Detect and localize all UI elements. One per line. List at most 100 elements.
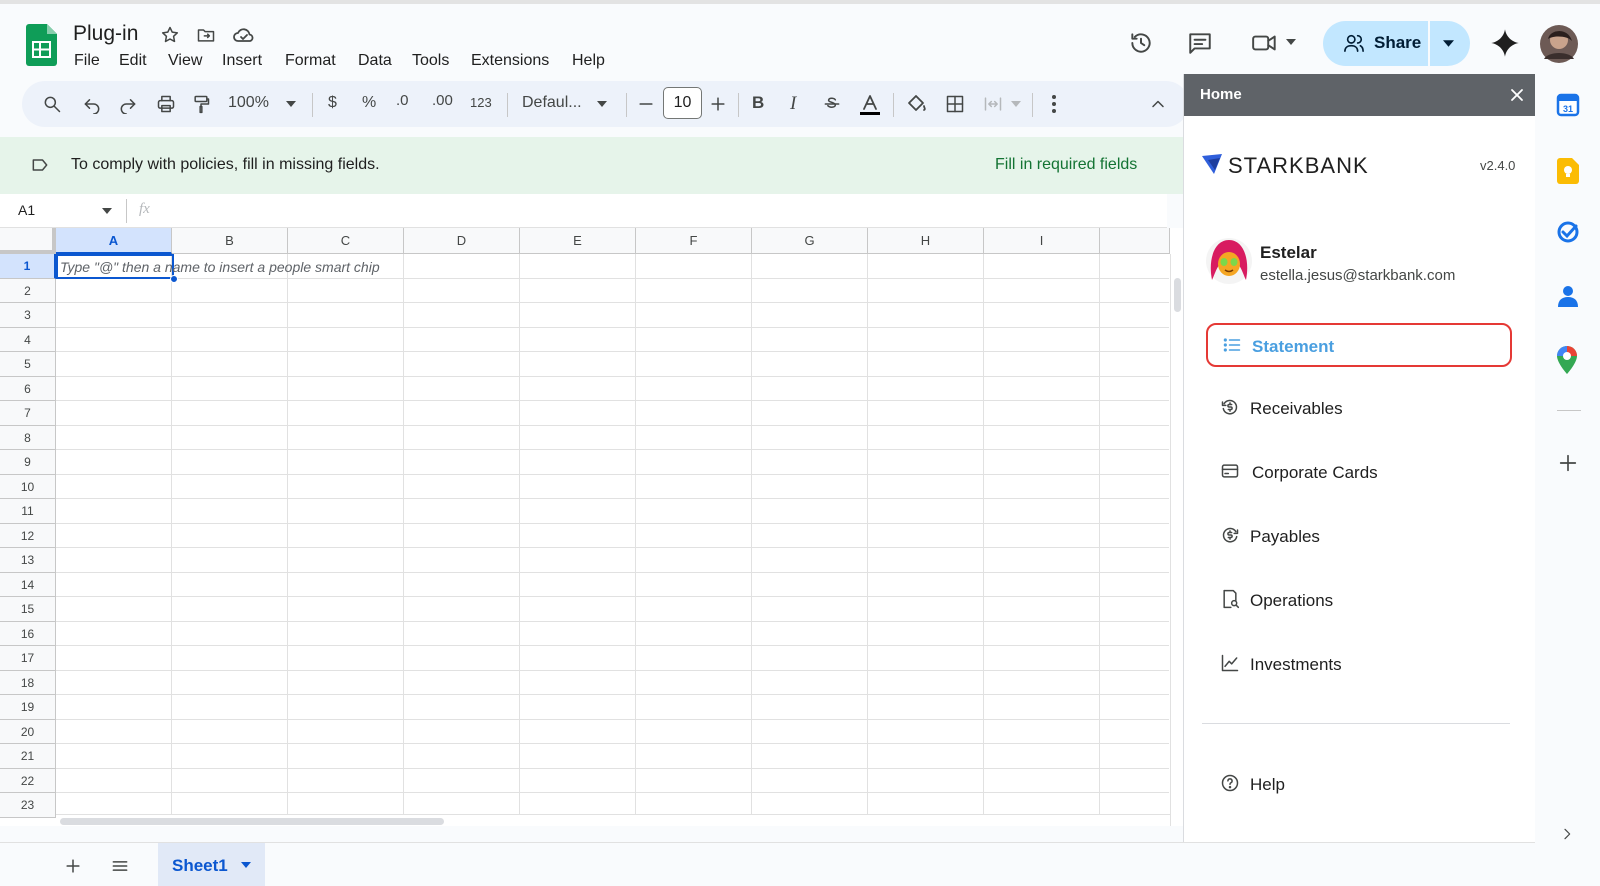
decrease-decimal-button[interactable]: .0 (396, 92, 409, 109)
menu-edit[interactable]: Edit (119, 52, 147, 70)
version-history-icon[interactable] (1128, 30, 1154, 56)
increase-decimal-button[interactable]: .00 (432, 92, 453, 109)
decrease-font-size-icon[interactable] (636, 94, 656, 114)
formula-input[interactable] (170, 194, 1165, 228)
add-addon-icon[interactable] (1557, 452, 1579, 474)
redo-icon[interactable] (118, 94, 138, 114)
add-sheet-icon[interactable] (63, 856, 83, 876)
contacts-icon[interactable] (1557, 284, 1579, 308)
menu-insert[interactable]: Insert (222, 52, 262, 70)
gemini-sparkle-icon[interactable] (1490, 28, 1520, 58)
row-header[interactable]: 23 (0, 793, 56, 818)
row-header[interactable]: 3 (0, 303, 56, 328)
row-header[interactable]: 6 (0, 376, 56, 401)
meet-dropdown-icon[interactable] (1286, 39, 1296, 45)
nav-item-corporate-cards[interactable]: Corporate Cards (1206, 451, 1512, 495)
percent-format-button[interactable]: % (362, 94, 376, 112)
comments-icon[interactable] (1187, 30, 1213, 56)
column-header[interactable]: F (636, 228, 752, 254)
spreadsheet-grid[interactable]: ABCDEFGHI 1 2 3 4 5 6 7 8 9 10 11 12 13 14 15 16 17 18 19 2… (0, 228, 1183, 826)
row-header[interactable]: 17 (0, 646, 56, 671)
column-header[interactable]: A (56, 228, 172, 254)
vertical-scroll-thumb[interactable] (1174, 278, 1181, 312)
currency-format-button[interactable]: $ (328, 94, 337, 112)
zoom-dropdown-icon[interactable] (286, 101, 296, 107)
search-icon[interactable] (42, 94, 62, 114)
all-sheets-icon[interactable] (110, 856, 130, 876)
column-header[interactable]: E (520, 228, 636, 254)
zoom-select[interactable]: 100% (228, 94, 269, 112)
font-size-input[interactable]: 10 (663, 87, 702, 119)
close-icon[interactable] (1507, 85, 1527, 105)
nav-item-payables[interactable]: Payables (1206, 515, 1512, 559)
menu-data[interactable]: Data (358, 52, 392, 70)
font-family-select[interactable]: Defaul... (522, 94, 582, 112)
row-header[interactable]: 9 (0, 450, 56, 475)
row-header[interactable]: 16 (0, 621, 56, 646)
column-header[interactable]: C (288, 228, 404, 254)
column-header[interactable]: G (752, 228, 868, 254)
row-header[interactable]: 2 (0, 278, 56, 303)
nav-item-investments[interactable]: Investments (1206, 643, 1512, 687)
horizontal-scrollbar[interactable] (56, 814, 1170, 826)
name-box[interactable]: A1 (18, 202, 35, 218)
menu-tools[interactable]: Tools (412, 52, 449, 70)
collapse-menus-icon[interactable] (1148, 94, 1168, 114)
row-header[interactable]: 21 (0, 744, 56, 769)
sheets-logo-icon[interactable] (26, 24, 57, 66)
cloud-saved-icon[interactable] (232, 25, 256, 45)
borders-icon[interactable] (945, 94, 965, 114)
print-icon[interactable] (156, 94, 176, 114)
name-box-dropdown-icon[interactable] (102, 208, 112, 214)
move-folder-icon[interactable] (196, 25, 216, 45)
keep-icon[interactable] (1557, 158, 1579, 184)
column-header[interactable]: I (984, 228, 1100, 254)
row-header[interactable]: 10 (0, 474, 56, 499)
row-header[interactable]: 18 (0, 670, 56, 695)
number-format-button[interactable]: 123 (470, 95, 492, 110)
nav-item-help[interactable]: Help (1206, 763, 1512, 807)
fill-color-icon[interactable] (904, 92, 928, 116)
font-dropdown-icon[interactable] (597, 101, 607, 107)
menu-extensions[interactable]: Extensions (471, 52, 549, 70)
nav-item-statement[interactable]: Statement (1206, 323, 1512, 367)
row-header[interactable]: 15 (0, 597, 56, 622)
strikethrough-icon[interactable] (822, 94, 842, 114)
row-header[interactable]: 5 (0, 352, 56, 377)
nav-item-operations[interactable]: Operations (1206, 579, 1512, 623)
sheet-menu-dropdown-icon[interactable] (241, 862, 251, 868)
row-header[interactable]: 22 (0, 768, 56, 793)
paint-format-icon[interactable] (191, 94, 211, 114)
row-header[interactable]: 8 (0, 425, 56, 450)
column-header[interactable]: B (172, 228, 288, 254)
merge-dropdown-icon[interactable] (1011, 101, 1021, 107)
text-color-icon[interactable] (858, 92, 882, 116)
undo-icon[interactable] (82, 94, 102, 114)
row-header[interactable]: 14 (0, 572, 56, 597)
row-header[interactable]: 13 (0, 548, 56, 573)
increase-font-size-icon[interactable] (708, 94, 728, 114)
calendar-icon[interactable]: 31 (1556, 93, 1580, 117)
bold-button[interactable]: B (752, 93, 764, 113)
row-header[interactable]: 19 (0, 695, 56, 720)
maps-icon[interactable] (1557, 346, 1577, 374)
menu-view[interactable]: View (168, 52, 202, 70)
more-options-icon[interactable] (1052, 94, 1056, 114)
menu-format[interactable]: Format (285, 52, 336, 70)
row-header[interactable]: 20 (0, 719, 56, 744)
row-header[interactable]: 12 (0, 523, 56, 548)
expand-panel-icon[interactable] (1559, 826, 1575, 842)
italic-button[interactable]: I (790, 93, 796, 115)
document-title[interactable]: Plug-in (73, 22, 138, 46)
star-icon[interactable] (160, 25, 180, 45)
merge-cells-icon[interactable] (983, 94, 1003, 114)
row-header[interactable]: 4 (0, 327, 56, 352)
column-header[interactable]: H (868, 228, 984, 254)
row-header[interactable]: 1 (0, 254, 56, 279)
fill-handle[interactable] (170, 275, 178, 283)
column-header-partial[interactable] (1100, 228, 1170, 254)
share-dropdown-icon[interactable] (1443, 40, 1454, 47)
horizontal-scroll-thumb[interactable] (60, 818, 444, 825)
share-button[interactable]: Share (1323, 21, 1470, 66)
account-avatar[interactable] (1540, 25, 1578, 63)
